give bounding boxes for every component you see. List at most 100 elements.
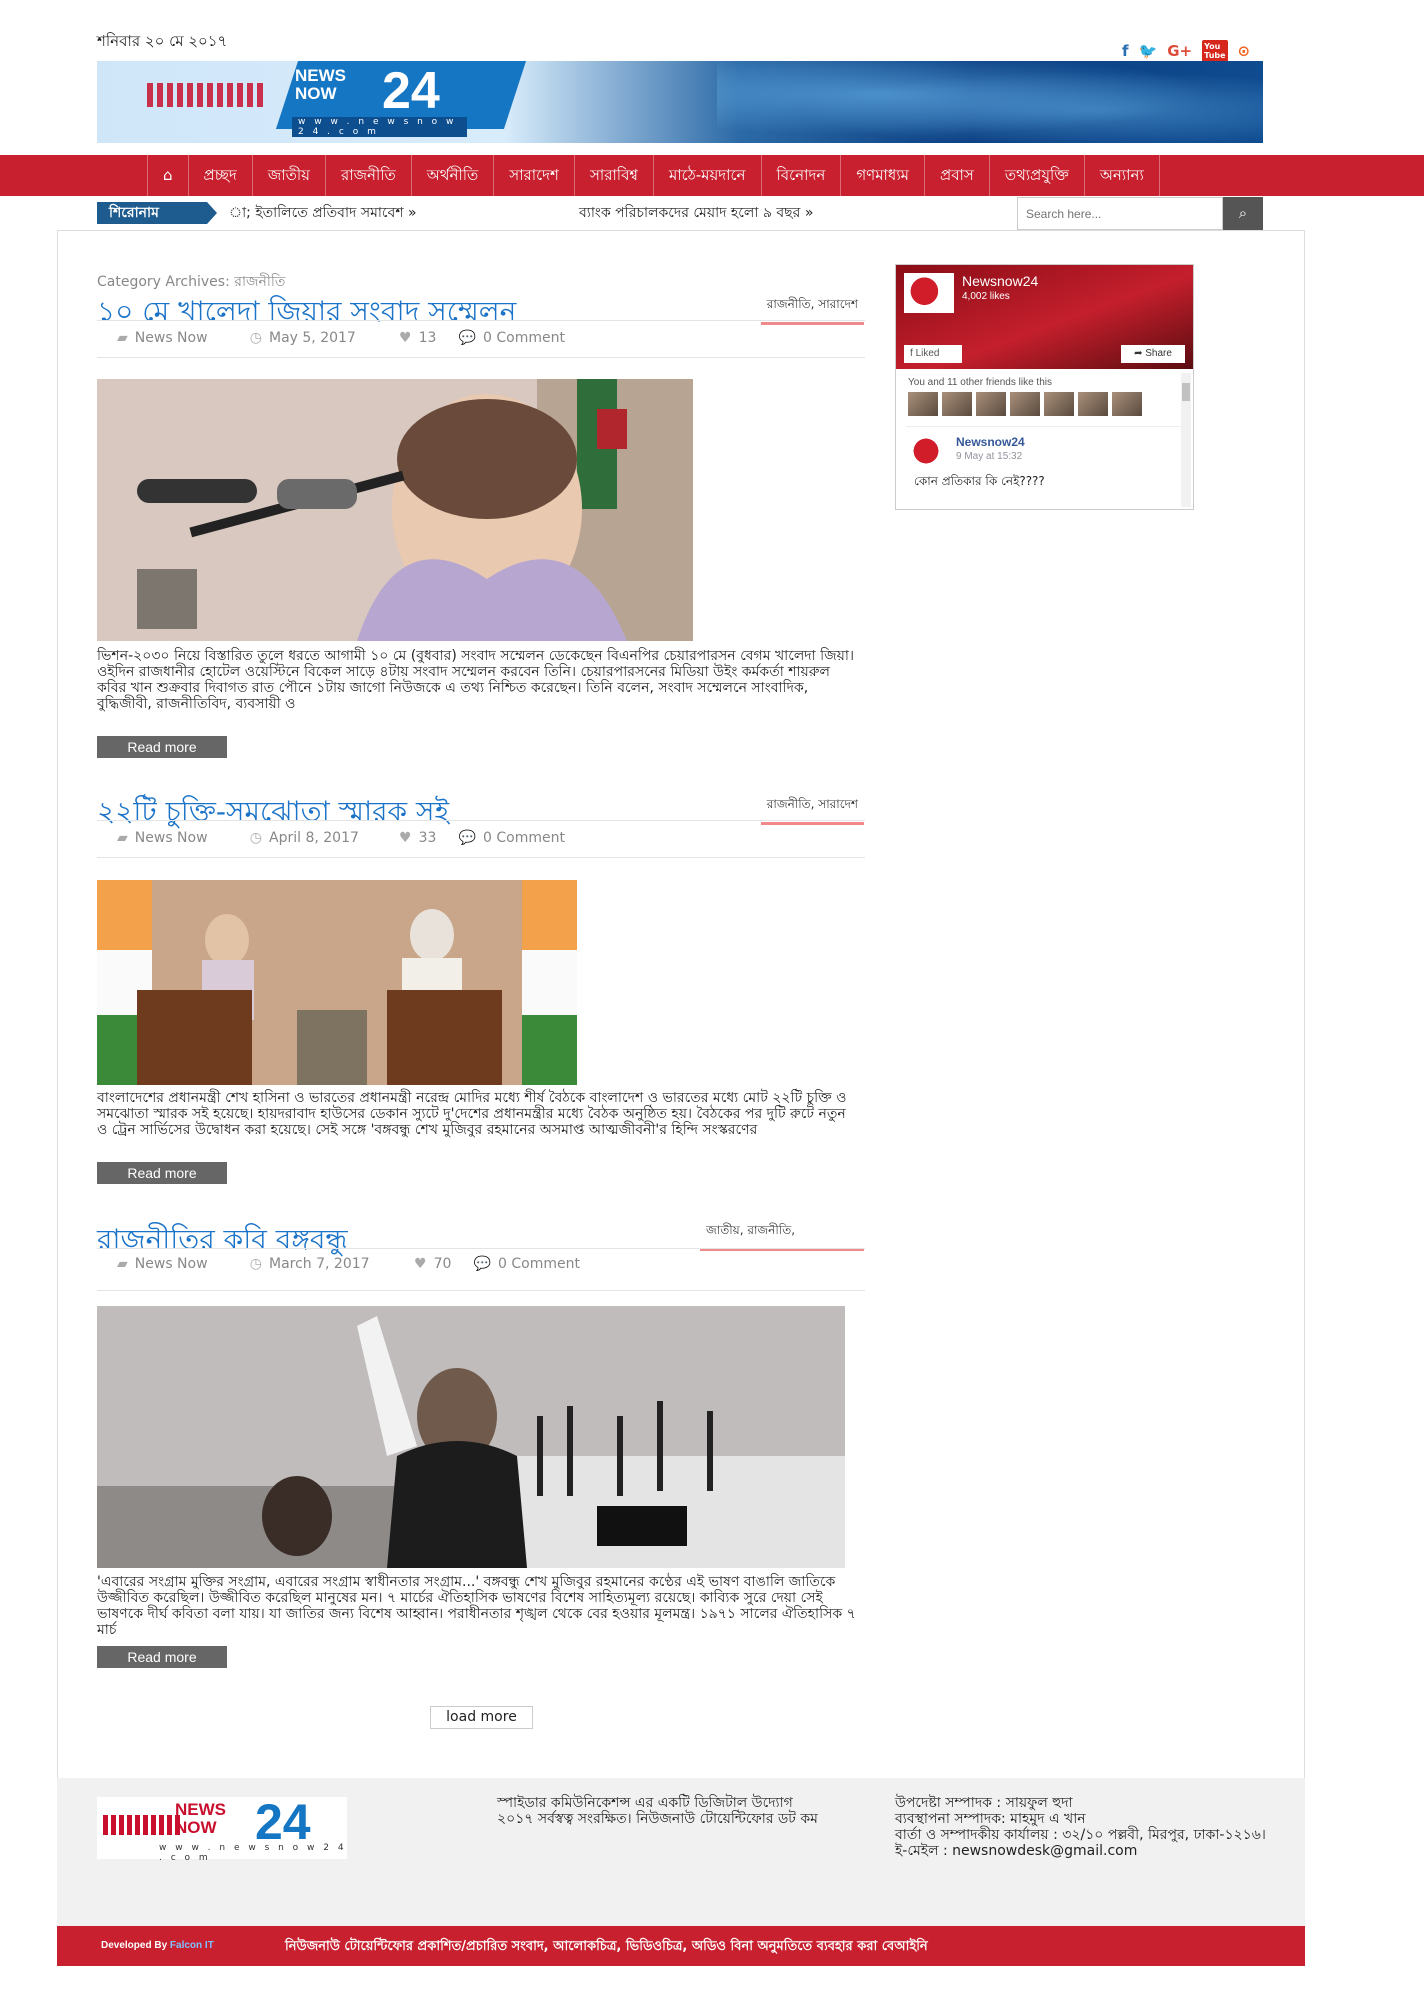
divider [97,1290,865,1291]
article-meta: ▰ News Now ◷ April 8, 2017 ♥ 33 💬 0 Comment [117,830,565,846]
article-date: May 5, 2017 [269,330,356,346]
nav-item[interactable]: অন্যান্য [1085,155,1160,196]
article-likes: 70 [433,1256,452,1272]
facebook-widget: Newsnow24 4,002 likes f Liked ➦ Share Yo… [895,264,1194,510]
clock-icon: ◷ [249,1256,262,1272]
author-icon: ▰ [117,330,128,346]
search-box: ⌕ [1017,197,1263,230]
headline-ticker: শিরোনাম া; ইতালিতে প্রতিবাদ সমাবেশ » ব্য… [97,201,1017,225]
rss-icon[interactable]: ⊙ [1238,42,1251,60]
copyright-notice: নিউজনাউ টোয়েন্টিফোর প্রকাশিত/প্রচারিত স… [285,1939,928,1954]
header-date: শনিবার ২০ মে ২০১৭ [97,32,228,50]
developer-credit[interactable]: Developed By Falcon IT [101,1940,214,1951]
author-icon: ▰ [117,1256,128,1272]
heart-icon[interactable]: ♥ [414,1256,427,1272]
social-links: f 🐦 G+ You Tube ⊙ [1122,40,1250,62]
ticker-item[interactable]: ব্যাংক পরিচালকদের মেয়াদ হলো ৯ বছর » [579,201,813,225]
article-meta: ▰ News Now ◷ May 5, 2017 ♥ 13 💬 0 Comment [117,330,565,346]
google-plus-icon[interactable]: G+ [1167,42,1192,60]
nav-item[interactable]: সারাবিশ্ব [575,155,654,196]
copyright-bar: Developed By Falcon IT নিউজনাউ টোয়েন্টি… [57,1926,1305,1966]
avatar[interactable] [1044,392,1074,416]
divider [97,320,865,321]
article-meta: ▰ News Now ◷ March 7, 2017 ♥ 70 💬 0 Comment [117,1256,580,1272]
load-more-button[interactable]: load more [430,1706,533,1729]
footer-about: স্পাইডার কমিউনিকেশন্স এর একটি ডিজিটাল উদ… [497,1795,818,1827]
page-likes: 4,002 likes [962,291,1010,302]
site-logo[interactable]: NEWS NOW 24 w w w . n e w s n o w 2 4 . c… [147,61,527,143]
ticker-item[interactable]: া; ইতালিতে প্রতিবাদ সমাবেশ » [229,201,549,225]
article-excerpt: 'এবারের সংগ্রাম মুক্তির সংগ্রাম, এবারের … [97,1574,856,1638]
nav-home-icon[interactable]: ⌂ [147,155,189,196]
post-text: কোন প্রতিকার কি নেই???? [914,474,1045,488]
read-more-button[interactable]: Read more [97,1646,227,1668]
search-icon[interactable]: ⌕ [1223,197,1263,230]
article-author[interactable]: News Now [135,330,250,346]
heart-icon[interactable]: ♥ [399,330,412,346]
comment-icon: 💬 [458,330,476,346]
avatar[interactable] [1112,392,1142,416]
friends-like: You and 11 other friends like this [896,369,1193,416]
page-name[interactable]: Newsnow24 [962,273,1038,289]
article-image[interactable] [97,379,693,641]
share-button[interactable]: ➦ Share [1121,345,1185,363]
nav-item[interactable]: বিনোদন [762,155,842,196]
divider [97,1248,865,1249]
read-more-button[interactable]: Read more [97,736,227,758]
avatar[interactable] [976,392,1006,416]
read-more-button[interactable]: Read more [97,1162,227,1184]
article-image[interactable] [97,880,577,1085]
facebook-icon[interactable]: f [1122,42,1129,60]
nav-item[interactable]: তথ্যপ্রযুক্তি [990,155,1085,196]
article-date: April 8, 2017 [269,830,359,846]
divider [97,820,865,821]
heart-icon[interactable]: ♥ [399,830,412,846]
article-comments[interactable]: 0 Comment [483,330,565,346]
article-likes: 33 [418,830,437,846]
comment-icon: 💬 [458,830,476,846]
avatar[interactable] [908,392,938,416]
clock-icon: ◷ [249,330,262,346]
author-icon: ▰ [117,830,128,846]
article-likes: 13 [418,330,437,346]
nav-item[interactable]: জাতীয় [253,155,326,196]
article-comments[interactable]: 0 Comment [498,1256,580,1272]
scrollbar[interactable] [1181,373,1191,507]
search-input[interactable] [1017,197,1223,230]
article-author[interactable]: News Now [135,1256,250,1272]
page-avatar[interactable] [904,273,954,313]
post-avatar[interactable] [908,435,948,467]
friend-avatars [908,392,1183,416]
avatar[interactable] [1078,392,1108,416]
clock-icon: ◷ [249,830,262,846]
ticker-label: শিরোনাম [97,202,217,224]
nav-item[interactable]: গণমাধ্যম [841,155,925,196]
article-tags[interactable]: জাতীয়, রাজনীতি, [700,1222,864,1251]
avatar[interactable] [942,392,972,416]
liked-button[interactable]: f Liked [904,345,962,363]
avatar[interactable] [1010,392,1040,416]
facebook-cover[interactable]: Newsnow24 4,002 likes f Liked ➦ Share [896,265,1193,369]
divider [97,857,865,858]
nav-item[interactable]: সারাদেশ [494,155,575,196]
main-nav: ⌂ প্রচ্ছদ জাতীয় রাজনীতি অর্থনীতি সারাদে… [0,155,1424,196]
twitter-icon[interactable]: 🐦 [1139,42,1158,60]
world-map-graphic [717,61,1263,143]
divider [97,357,865,358]
nav-item[interactable]: অর্থনীতি [412,155,495,196]
nav-item[interactable]: মাঠে-ময়দানে [654,155,762,196]
article-excerpt: ভিশন-২০৩০ নিয়ে বিস্তারিত তুলে ধরতে আগাম… [97,648,854,712]
post-author[interactable]: Newsnow24 [956,435,1025,449]
comment-icon: 💬 [473,1256,491,1272]
youtube-icon[interactable]: You Tube [1202,40,1228,62]
nav-item[interactable]: রাজনীতি [326,155,412,196]
article-comments[interactable]: 0 Comment [483,830,565,846]
article-image[interactable] [97,1306,845,1568]
footer-logo[interactable]: NEWS NOW 24 w w w . n e w s n o w 2 4 . c… [97,1794,347,1863]
facebook-post: Newsnow24 9 May at 15:32 কোন প্রতিকার কি… [906,426,1183,496]
article-author[interactable]: News Now [135,830,250,846]
nav-item[interactable]: প্রবাস [925,155,990,196]
article-excerpt: বাংলাদেশের প্রধানমন্ত্রী শেখ হাসিনা ও ভা… [97,1090,847,1138]
post-date[interactable]: 9 May at 15:32 [956,451,1022,462]
nav-item[interactable]: প্রচ্ছদ [189,155,253,196]
